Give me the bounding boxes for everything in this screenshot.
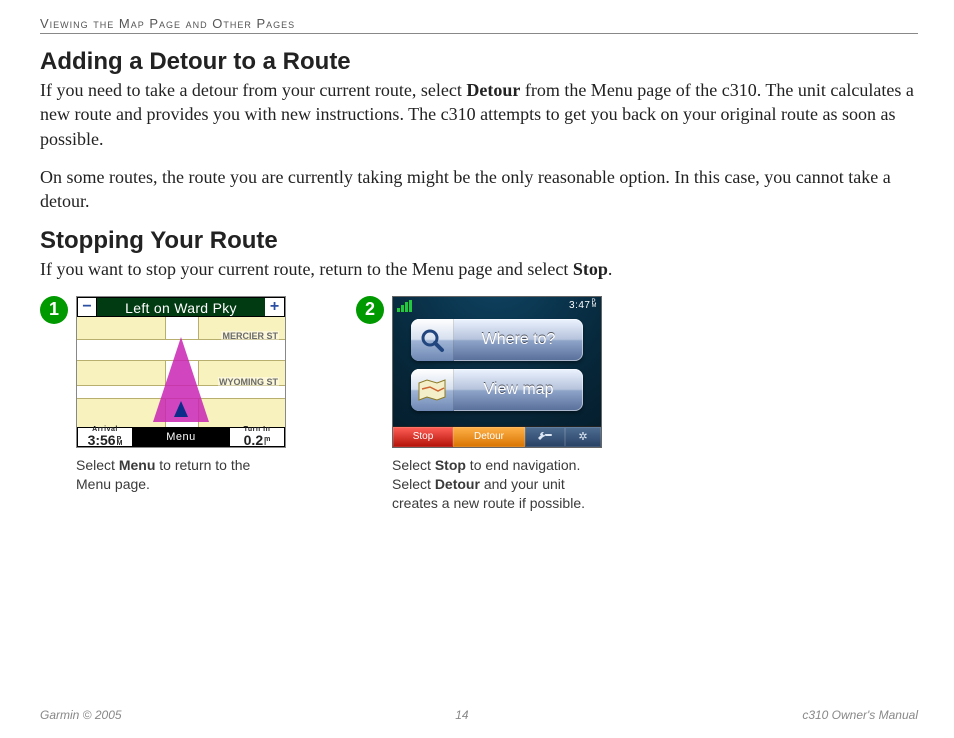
figure-1: 1 − Left on Ward Pky + MERCIER ST <box>40 296 286 513</box>
view-map-button[interactable]: View map <box>411 369 583 411</box>
street-label: MERCIER ST <box>221 331 279 341</box>
text: Select <box>76 457 119 473</box>
step-number-1: 1 <box>40 296 68 324</box>
step-number-2: 2 <box>356 296 384 324</box>
stop-button[interactable]: Stop <box>393 427 453 447</box>
vehicle-icon <box>174 401 188 417</box>
brightness-icon: ✲ <box>578 430 587 443</box>
para-detour-2: On some routes, the route you are curren… <box>40 165 918 214</box>
para-detour-1: If you need to take a detour from your c… <box>40 78 918 151</box>
figure-2: 2 3:47P M Where to? <box>356 296 602 513</box>
wrench-icon <box>537 429 553 444</box>
map-canvas[interactable]: MERCIER ST WYOMING ST <box>77 317 285 427</box>
zoom-out-button[interactable]: − <box>77 297 97 317</box>
footer-right: c310 Owner's Manual <box>802 708 918 722</box>
map-icon <box>411 369 454 411</box>
heading-stop: Stopping Your Route <box>40 227 918 255</box>
satellite-icon[interactable] <box>397 300 412 312</box>
text: Select <box>392 457 435 473</box>
figure-2-caption: Select Stop to end navigation. Select De… <box>392 456 602 513</box>
clock: 3:47P M <box>569 300 597 311</box>
view-map-label: View map <box>454 381 583 399</box>
arrival-box[interactable]: Arrival 3:56 P M <box>77 427 133 447</box>
text: If you need to take a detour from your c… <box>40 80 466 100</box>
arrival-unit: P M <box>117 438 123 448</box>
screenshot-map: − Left on Ward Pky + MERCIER ST WYOMING … <box>76 296 286 448</box>
where-to-label: Where to? <box>454 331 583 349</box>
brightness-button[interactable]: ✲ <box>565 427 601 447</box>
turnin-unit: m i <box>264 438 270 448</box>
bold-detour: Detour <box>435 476 480 492</box>
bold-detour: Detour <box>466 80 520 100</box>
screenshot-menu: 3:47P M Where to? View map <box>392 296 602 448</box>
bold-stop: Stop <box>573 259 608 279</box>
clock-unit: P M <box>592 300 598 308</box>
clock-value: 3:47 <box>569 300 590 311</box>
detour-button[interactable]: Detour <box>453 427 525 447</box>
zoom-in-button[interactable]: + <box>265 297 285 317</box>
para-stop: If you want to stop your current route, … <box>40 257 918 281</box>
street-label: WYOMING ST <box>218 377 279 387</box>
footer-center: 14 <box>455 708 468 722</box>
settings-button[interactable] <box>525 427 565 447</box>
running-head: Viewing the Map Page and Other Pages <box>40 16 918 34</box>
menu-button[interactable]: Menu <box>133 427 229 447</box>
heading-detour: Adding a Detour to a Route <box>40 48 918 76</box>
next-turn-banner[interactable]: Left on Ward Pky <box>97 297 265 317</box>
arrival-value: 3:56 <box>88 433 116 447</box>
turnin-value: 0.2 <box>244 433 263 447</box>
text: If you want to stop your current route, … <box>40 259 573 279</box>
footer: Garmin © 2005 14 c310 Owner's Manual <box>40 708 918 722</box>
where-to-button[interactable]: Where to? <box>411 319 583 361</box>
bold-stop: Stop <box>435 457 466 473</box>
bold-menu: Menu <box>119 457 156 473</box>
turn-in-box[interactable]: Turn In 0.2 m i <box>229 427 285 447</box>
footer-left: Garmin © 2005 <box>40 708 122 722</box>
magnifier-icon <box>411 319 454 361</box>
text: . <box>608 259 613 279</box>
figure-1-caption: Select Menu to return to the Menu page. <box>76 456 286 494</box>
